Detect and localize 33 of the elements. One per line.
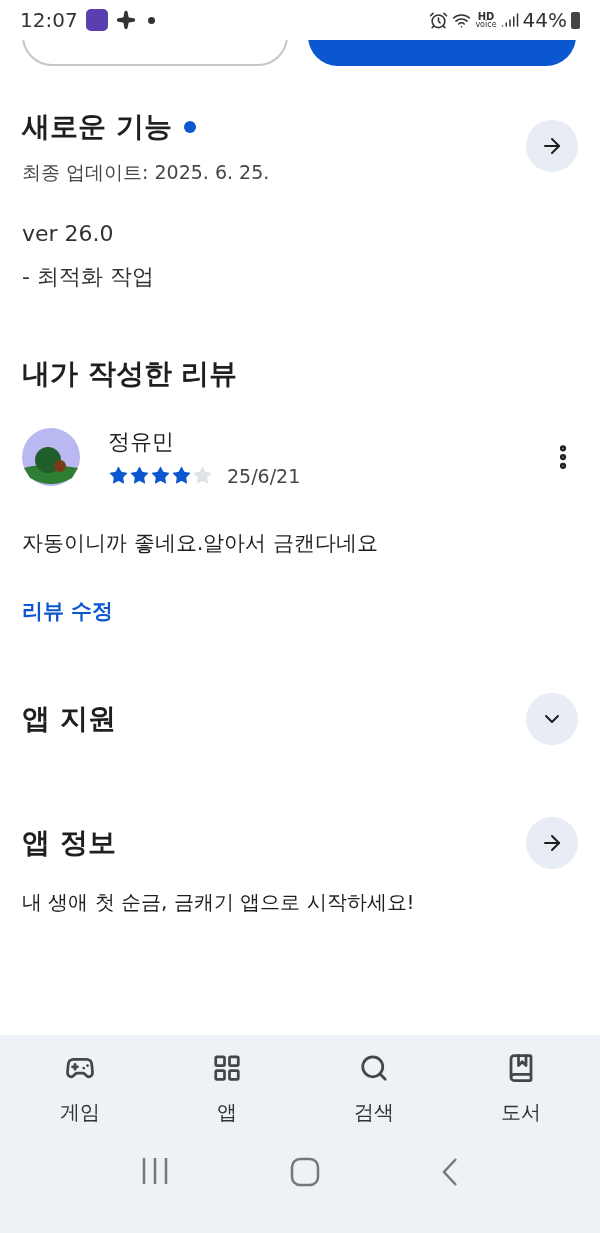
nav-tab[interactable]: 앱 [166,1053,287,1127]
sparkle-icon [115,10,136,30]
release-note: ver 26.0 [22,219,115,248]
release-note: - 최적화 작업 [22,262,155,291]
open-button[interactable] [526,120,578,173]
section-title: 앱 지원 [22,701,116,737]
reviewer-name: 정유민 [108,427,175,456]
signal-icon [500,11,519,29]
section-title: 내가 작성한 리뷰 [22,355,239,392]
nav-tab[interactable]: 도서 [460,1053,581,1127]
battery-icon [571,11,580,29]
avatar [22,428,80,487]
grid-icon [211,1053,242,1083]
review-date: 25/6/21 [227,463,301,489]
hd-label: HD [477,11,495,21]
back-icon[interactable] [440,1157,460,1187]
app-description: 내 생애 첫 순금, 금캐기 앱으로 시작하세요! [22,889,416,916]
home-icon[interactable] [290,1157,320,1187]
nav-tab[interactable]: 검색 [313,1053,434,1127]
last-updated: 최종 업데이트: 2025. 6. 25. [22,160,270,185]
alarm-icon [429,10,449,30]
recents-icon[interactable] [140,1157,170,1185]
section-title: 새로운 기능 [22,109,172,145]
app-notification-icon [85,9,108,31]
search-icon [358,1053,389,1083]
section-title: 앱 정보 [22,825,116,861]
open-button[interactable] [526,817,578,869]
review-text: 자동이니까 좋네요.알아서 금캔다네요 [22,530,380,557]
status-time: 12:07 [20,7,78,34]
battery-percent: 44% [522,7,567,34]
edit-review-link[interactable]: 리뷰 수정 [22,595,578,627]
voice-label: voice [475,20,497,29]
nav-tab[interactable]: 게임 [19,1053,140,1127]
